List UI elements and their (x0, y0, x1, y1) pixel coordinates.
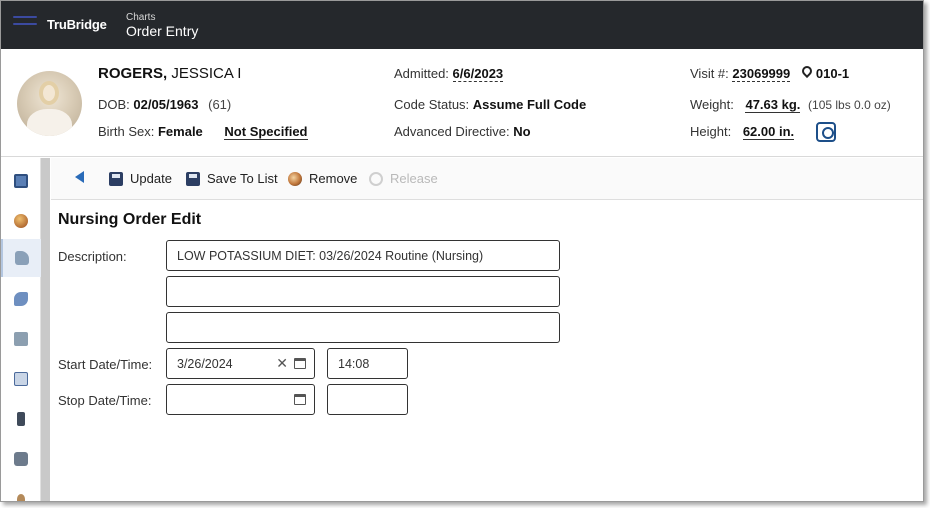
start-date-time-label: Start Date/Time: (58, 357, 153, 372)
description-field-2[interactable] (166, 276, 560, 307)
top-bar: TruBridge Charts Order Entry (1, 1, 923, 49)
save-icon (109, 171, 123, 186)
dob-value: 02/05/1963 (133, 97, 199, 112)
rail-person-icon[interactable] (1, 480, 41, 501)
visit-link[interactable]: 23069999 (732, 66, 791, 82)
remove-button[interactable]: Remove (288, 171, 357, 186)
action-toolbar: Update Save To List Remove Release (51, 158, 923, 200)
rail-alert-icon[interactable] (1, 202, 41, 240)
brand-logo: TruBridge (47, 17, 107, 32)
rail-database-icon[interactable] (1, 440, 41, 478)
stop-date-time-label: Stop Date/Time: (58, 393, 152, 408)
gender-identity-link[interactable]: Not Specified (224, 124, 308, 140)
rail-chart-icon[interactable] (1, 162, 41, 200)
rail-document-icon[interactable] (1, 360, 41, 398)
release-icon (369, 171, 383, 186)
description-label: Description: (58, 249, 127, 264)
description-field-1[interactable]: LOW POTASSIUM DIET: 03/26/2024 Routine (… (166, 240, 560, 271)
patient-banner: ROGERS, JESSICA I DOB: 02/05/1963 (61) B… (1, 49, 923, 157)
description-field-3[interactable] (166, 312, 560, 343)
birth-sex-value: Female (157, 124, 203, 139)
form-title: Nursing Order Edit (58, 211, 202, 228)
back-arrow-icon (75, 171, 84, 183)
rail-divider (41, 158, 50, 501)
rail-device-icon[interactable] (1, 400, 41, 438)
start-time-field[interactable]: 14:08 (327, 348, 408, 379)
visit-row: Visit #: 23069999 010-1 (690, 66, 850, 82)
rail-medication-icon[interactable] (1, 280, 41, 318)
stop-time-field[interactable] (327, 384, 408, 415)
code-status-row: Code Status: Assume Full Code (394, 97, 587, 112)
start-date-value: 3/26/2024 (177, 356, 233, 371)
page-title: Order Entry (126, 23, 199, 39)
back-button[interactable] (75, 171, 84, 183)
height-link[interactable]: 62.00 in. (742, 124, 795, 140)
advanced-directive-row: Advanced Directive: No (394, 124, 531, 139)
advanced-directive-value: No (513, 124, 531, 139)
stop-date-field[interactable] (166, 384, 315, 415)
height-row: Height: 62.00 in. (690, 124, 795, 140)
admitted-row: Admitted: 6/6/2023 (394, 66, 504, 82)
location-pin-icon (802, 66, 812, 79)
remove-icon (288, 171, 302, 186)
birth-sex-row: Birth Sex: Female Not Specified (98, 124, 308, 140)
save-to-list-button[interactable]: Save To List (186, 171, 278, 186)
save-list-icon (186, 171, 200, 186)
clear-icon[interactable]: ✕ (276, 355, 288, 372)
menu-icon[interactable] (13, 16, 37, 32)
calendar-icon[interactable] (294, 394, 306, 405)
patient-name: ROGERS, JESSICA I (98, 65, 242, 82)
weight-row: Weight: 47.63 kg. (105 lbs 0.0 oz) (690, 97, 891, 113)
weight-lbs: (105 lbs 0.0 oz) (808, 98, 891, 112)
room-info: 010-1 (802, 66, 849, 81)
breadcrumb-parent[interactable]: Charts (126, 12, 155, 23)
patient-avatar (17, 71, 82, 136)
code-status-value: Assume Full Code (472, 97, 587, 112)
update-button[interactable]: Update (109, 171, 172, 186)
admitted-link[interactable]: 6/6/2023 (452, 66, 504, 82)
dob-row: DOB: 02/05/1963 (61) (98, 97, 232, 112)
scale-icon[interactable] (816, 122, 836, 142)
left-rail (1, 158, 41, 501)
rail-pharmacy-icon[interactable] (1, 320, 41, 358)
rail-orders-icon[interactable] (1, 239, 41, 277)
age-value: (61) (208, 97, 232, 112)
release-button[interactable]: Release (369, 171, 438, 186)
weight-link[interactable]: 47.63 kg. (745, 97, 801, 113)
calendar-icon[interactable] (294, 358, 306, 369)
app-window: TruBridge Charts Order Entry ROGERS, JES… (0, 0, 924, 502)
start-date-field[interactable]: 3/26/2024 ✕ (166, 348, 315, 379)
